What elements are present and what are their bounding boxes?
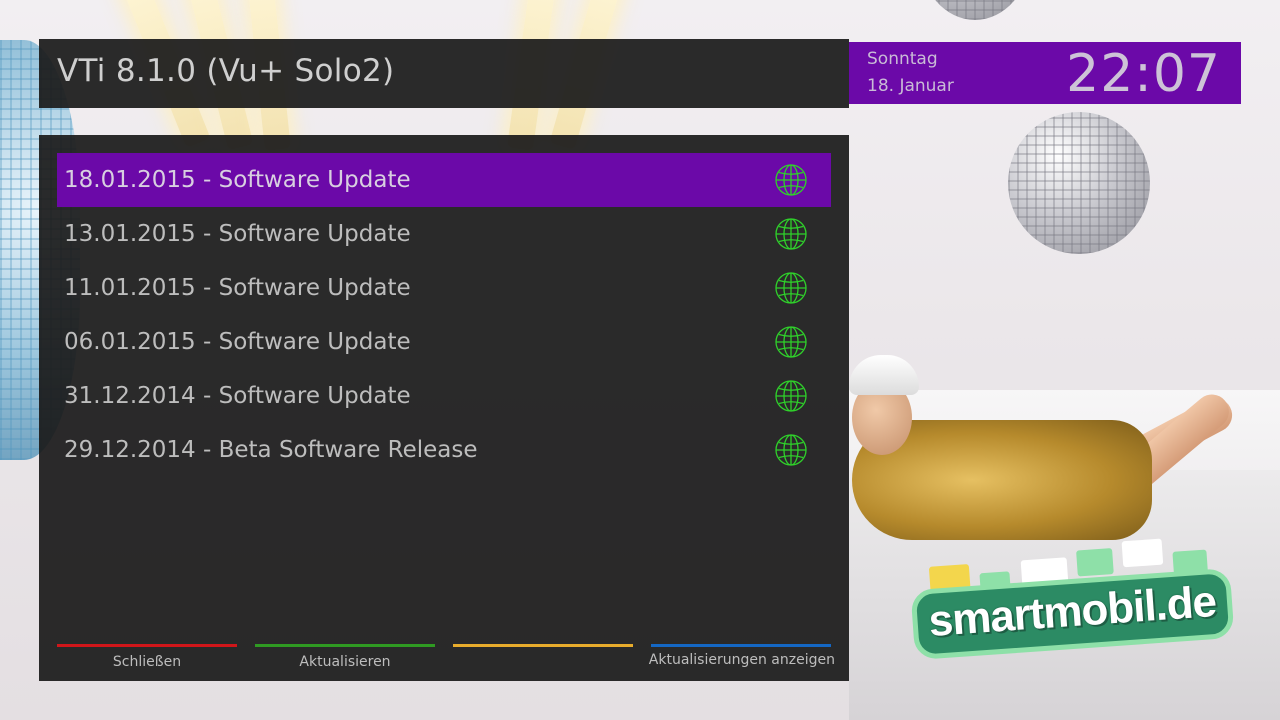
list-item-label: 13.01.2015 - Software Update (64, 221, 411, 247)
yellow-key-line (453, 644, 633, 647)
blue-key-line (651, 644, 831, 647)
disco-ball-right (1008, 112, 1150, 254)
yellow-button[interactable] (453, 644, 633, 676)
globe-icon (775, 218, 807, 250)
list-item[interactable]: 29.12.2014 - Beta Software Release (57, 423, 831, 477)
clock-time: 22:07 (1066, 44, 1221, 104)
clock-panel: Sonntag 18. Januar 22:07 (849, 42, 1241, 104)
color-button-bar: Schließen Aktualisieren Aktualisierungen… (57, 644, 837, 676)
update-list-panel: 18.01.2015 - Software Update 13.01.2015 … (39, 135, 849, 681)
list-item[interactable]: 06.01.2015 - Software Update (57, 315, 831, 369)
globe-icon (775, 326, 807, 358)
list-item[interactable]: 13.01.2015 - Software Update (57, 207, 831, 261)
globe-icon (775, 434, 807, 466)
globe-icon (775, 272, 807, 304)
list-item-label: 29.12.2014 - Beta Software Release (64, 437, 478, 463)
page-title: VTi 8.1.0 (Vu+ Solo2) (57, 53, 395, 89)
blue-button-label: Aktualisierungen anzeigen (648, 652, 835, 668)
list-item-label: 11.01.2015 - Software Update (64, 275, 411, 301)
list-item-label: 06.01.2015 - Software Update (64, 329, 411, 355)
list-item[interactable]: 31.12.2014 - Software Update (57, 369, 831, 423)
globe-icon (775, 380, 807, 412)
update-list[interactable]: 18.01.2015 - Software Update 13.01.2015 … (57, 153, 831, 477)
red-button-close[interactable]: Schließen (57, 644, 237, 676)
clock-day: Sonntag (867, 49, 938, 69)
green-key-line (255, 644, 435, 647)
list-item-label: 31.12.2014 - Software Update (64, 383, 411, 409)
title-bar: VTi 8.1.0 (Vu+ Solo2) (39, 39, 849, 108)
red-key-line (57, 644, 237, 647)
green-button-label: Aktualisieren (299, 654, 391, 670)
list-item[interactable]: 11.01.2015 - Software Update (57, 261, 831, 315)
blue-button-show-updates[interactable]: Aktualisierungen anzeigen (649, 644, 835, 676)
red-button-label: Schließen (112, 654, 182, 670)
green-button-update[interactable]: Aktualisieren (255, 644, 435, 676)
list-item-label: 18.01.2015 - Software Update (64, 167, 411, 193)
globe-icon (775, 164, 807, 196)
list-item[interactable]: 18.01.2015 - Software Update (57, 153, 831, 207)
clock-date: 18. Januar (867, 76, 954, 96)
